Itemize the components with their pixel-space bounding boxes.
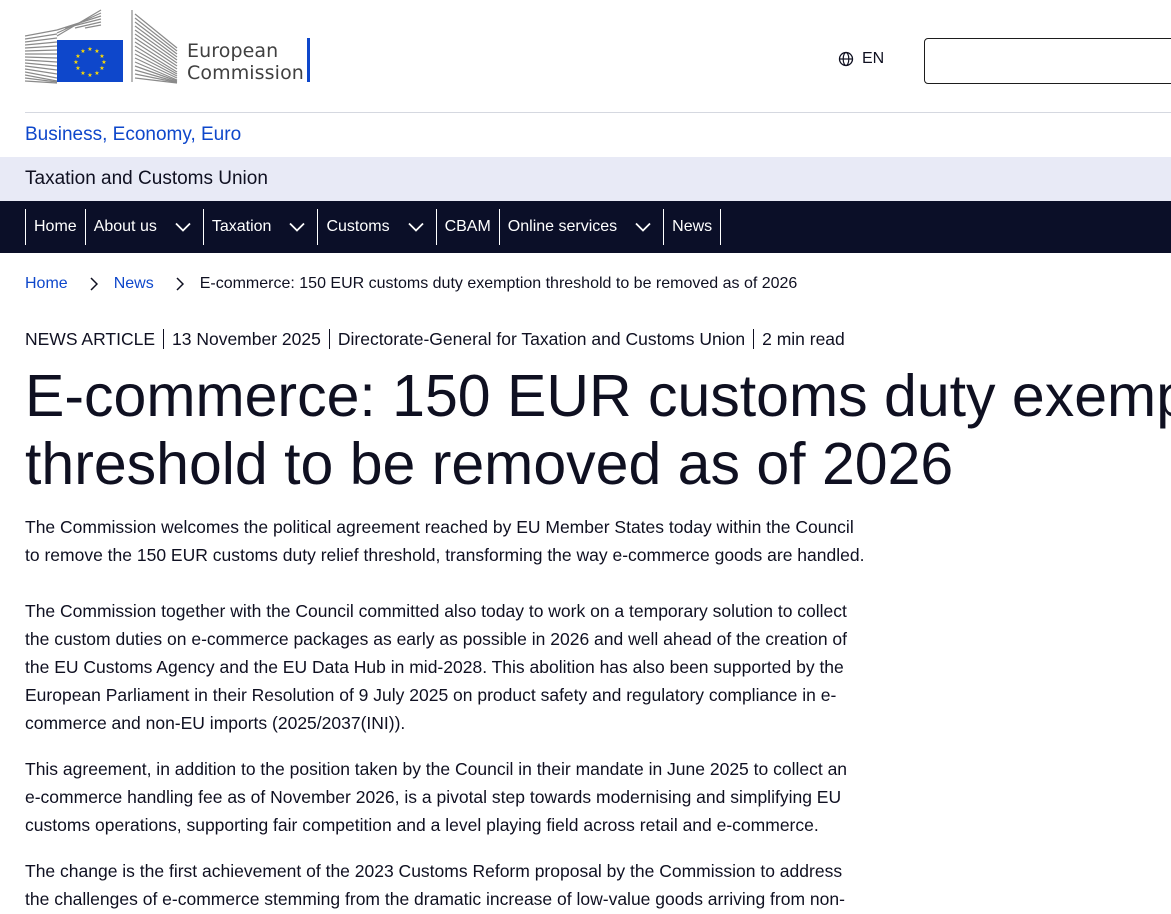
nav-label: About us — [93, 218, 157, 235]
meta-divider — [328, 329, 330, 349]
meta-type: NEWS ARTICLE — [25, 328, 155, 349]
logo-accent-bar — [307, 38, 310, 82]
nav-item-customs[interactable]: Customs — [317, 209, 435, 245]
title-line-2: threshold to be removed as of 2026 — [25, 431, 954, 497]
svg-text:★: ★ — [87, 46, 92, 53]
paragraph-line: customs operations, supporting fair comp… — [25, 815, 819, 835]
paragraph-line: the EU Customs Agency and the EU Data Hu… — [25, 657, 844, 677]
svg-text:★: ★ — [99, 65, 104, 72]
article-paragraph-2: This agreement, in addition to the posit… — [25, 755, 935, 839]
article-lead: The Commission welcomes the political ag… — [25, 513, 935, 569]
meta-divider — [753, 329, 755, 349]
paragraph-line: commerce and non-EU imports (2025/2037(I… — [25, 713, 406, 733]
chevron-right-icon — [90, 277, 98, 291]
meta-date: 13 November 2025 — [172, 328, 321, 349]
nav-label: Customs — [326, 218, 390, 235]
svg-text:★: ★ — [73, 59, 78, 66]
breadcrumb-home[interactable]: Home — [25, 275, 68, 293]
chevron-right-icon — [176, 277, 184, 291]
paragraph-line: e-commerce handling fee as of November 2… — [25, 787, 842, 807]
main-navigation: Home About us Taxation Customs CBAM Onli… — [0, 201, 1171, 253]
nav-item-news[interactable]: News — [663, 209, 722, 245]
breadcrumb-current: E-commerce: 150 EUR customs duty exempti… — [199, 275, 798, 292]
paragraph-line: The Commission together with the Council… — [25, 601, 847, 621]
paragraph-line: the custom duties on e-commerce packages… — [25, 629, 848, 649]
lead-line: The Commission welcomes the political ag… — [25, 517, 854, 537]
header-divider — [25, 112, 1171, 113]
search-input[interactable] — [924, 38, 1171, 84]
nav-label: News — [672, 218, 713, 235]
language-selector[interactable]: EN — [838, 50, 884, 68]
breadcrumb: Home News E-commerce: 150 EUR customs du… — [25, 273, 797, 295]
meta-author: Directorate-General for Taxation and Cus… — [337, 328, 746, 349]
nav-item-about-us[interactable]: About us — [84, 209, 203, 245]
chevron-down-icon[interactable] — [175, 222, 191, 232]
article-paragraph-1: The Commission together with the Council… — [25, 597, 935, 737]
paragraph-line: This agreement, in addition to the posit… — [25, 759, 848, 779]
site-header: ★ ★ ★ ★ ★ ★ ★ ★ ★ ★ ★ ★ European Commiss… — [0, 0, 1171, 112]
chevron-down-icon[interactable] — [635, 222, 651, 232]
logo-line-commission: Commission — [187, 62, 304, 84]
nav-label: Online services — [507, 218, 618, 235]
breadcrumb-news[interactable]: News — [114, 275, 154, 293]
title-line-1: E-commerce: 150 EUR customs duty exempti… — [25, 363, 1171, 429]
svg-text:★: ★ — [80, 48, 85, 55]
svg-text:★: ★ — [87, 72, 92, 79]
nav-label: Taxation — [211, 218, 272, 235]
logo-wordmark: European Commission — [187, 40, 304, 84]
paragraph-line: The change is the first achievement of t… — [25, 861, 843, 881]
article-meta: NEWS ARTICLE 13 November 2025 Directorat… — [25, 328, 845, 350]
globe-icon — [838, 51, 854, 67]
lead-line: to remove the 150 EUR customs duty relie… — [25, 545, 865, 565]
meta-read-time: 2 min read — [762, 328, 845, 349]
article-paragraph-3: The change is the first achievement of t… — [25, 857, 935, 913]
chevron-down-icon[interactable] — [407, 222, 424, 232]
nav-label: CBAM — [444, 218, 491, 235]
svg-text:★: ★ — [94, 70, 99, 77]
language-code: EN — [862, 50, 885, 67]
nav-item-online-services[interactable]: Online services — [498, 209, 663, 245]
paragraph-line: the challenges of e-commerce stemming fr… — [25, 889, 845, 909]
svg-text:★: ★ — [80, 70, 85, 77]
meta-divider — [163, 329, 164, 349]
logo-line-european: European — [187, 40, 279, 62]
nav-list: Home About us Taxation Customs CBAM Onli… — [25, 209, 722, 245]
site-name[interactable]: Taxation and Customs Union — [25, 168, 268, 190]
nav-item-cbam[interactable]: CBAM — [435, 209, 499, 245]
nav-item-home[interactable]: Home — [25, 209, 85, 245]
nav-item-taxation[interactable]: Taxation — [202, 209, 318, 245]
site-parent-link[interactable]: Business, Economy, Euro — [25, 124, 241, 146]
page-title: E-commerce: 150 EUR customs duty exempti… — [25, 362, 1171, 498]
chevron-down-icon[interactable] — [289, 222, 306, 232]
svg-text:★: ★ — [75, 65, 80, 72]
paragraph-line: European Parliament in their Resolution … — [25, 685, 837, 705]
nav-label: Home — [34, 218, 77, 235]
